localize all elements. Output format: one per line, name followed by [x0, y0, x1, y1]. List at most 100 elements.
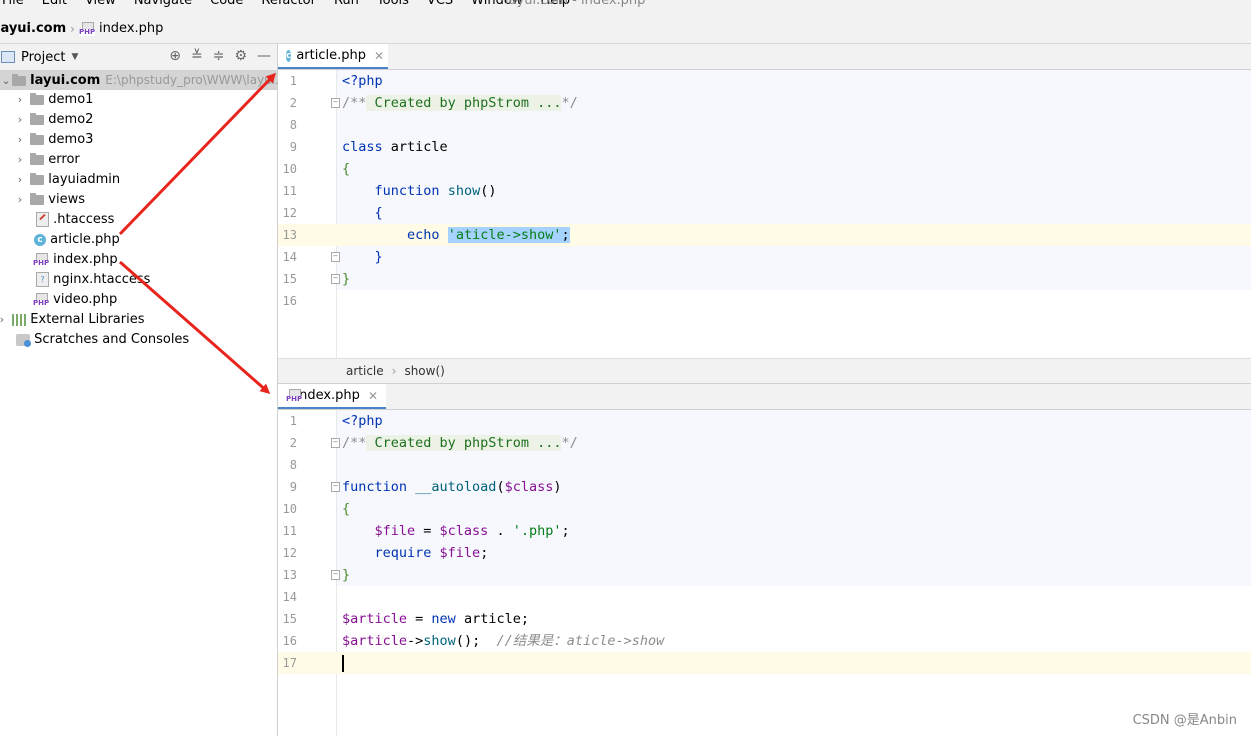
- fold-icon[interactable]: −: [331, 482, 340, 492]
- keyword: require: [374, 545, 432, 561]
- folded-comment[interactable]: Created by phpStrom ...: [366, 95, 562, 111]
- comment-close: */: [561, 435, 578, 451]
- project-view-selector[interactable]: Project: [21, 50, 65, 65]
- line-number: 13: [282, 228, 297, 242]
- code-line: 11 function show(): [278, 180, 1251, 202]
- tree-file-index[interactable]: PHP index.php: [33, 250, 118, 270]
- fold-icon[interactable]: −: [331, 252, 340, 262]
- chevron-right-icon[interactable]: ›: [14, 110, 26, 130]
- tree-item-label: article.php: [50, 232, 120, 247]
- tree-folder-demo2[interactable]: › demo2: [14, 110, 94, 130]
- tree-folder-error[interactable]: › error: [14, 150, 80, 170]
- tree-file-article[interactable]: c article.php: [34, 230, 120, 250]
- nav-crumb-project[interactable]: layui.com: [0, 21, 66, 36]
- tree-item-label: demo3: [48, 132, 94, 147]
- tree-scratches[interactable]: Scratches and Consoles: [16, 330, 189, 350]
- minimize-icon[interactable]: —: [257, 48, 271, 64]
- code-line: 1 <?php: [278, 410, 1251, 432]
- line-number: 11: [282, 524, 297, 538]
- tree-file-nginx[interactable]: ? nginx.htaccess: [36, 270, 150, 290]
- chevron-down-icon[interactable]: ⌄: [0, 71, 12, 91]
- brace: {: [342, 161, 351, 177]
- menu-vcs[interactable]: VCS: [427, 0, 453, 9]
- line-number: 9: [289, 140, 297, 154]
- fold-icon[interactable]: −: [331, 438, 340, 448]
- function-name: show: [447, 183, 481, 199]
- tab-article-php[interactable]: c article.php ✕: [278, 44, 388, 69]
- project-tool-window: Project ▼ ⊕ ≚ ≑ ⚙ — ⌄ layui.com E:\phpstu…: [0, 44, 293, 736]
- editor-top: c article.php ✕ 1 <?php 2 − /** Created …: [278, 44, 1251, 358]
- locate-icon[interactable]: ⊕: [169, 48, 181, 64]
- chevron-right-icon[interactable]: ›: [14, 130, 26, 150]
- menu-code[interactable]: Code: [210, 0, 243, 9]
- method-name: show: [423, 633, 456, 649]
- tree-file-htaccess[interactable]: .htaccess: [36, 210, 114, 230]
- code-area-top[interactable]: 1 <?php 2 − /** Created by phpStrom ...*…: [278, 70, 1251, 358]
- scratches-icon: [16, 333, 31, 347]
- chevron-right-icon[interactable]: ›: [14, 90, 26, 110]
- menu-edit[interactable]: Edit: [42, 0, 67, 9]
- menu-tools[interactable]: Tools: [377, 0, 409, 9]
- brace: }: [342, 271, 351, 287]
- line-number: 15: [282, 612, 297, 626]
- menu-run[interactable]: Run: [334, 0, 359, 9]
- menu-view[interactable]: View: [85, 0, 116, 9]
- collapse-all-icon[interactable]: ≑: [213, 48, 225, 64]
- comment-open: /**: [342, 95, 367, 111]
- chevron-right-icon: ›: [70, 21, 75, 36]
- chevron-right-icon[interactable]: ›: [14, 170, 26, 190]
- tree-item-label: video.php: [53, 292, 118, 307]
- chevron-down-icon[interactable]: ▼: [71, 52, 78, 62]
- tree-root-name: layui.com: [30, 73, 101, 88]
- code-line: 1 <?php: [278, 70, 1251, 92]
- code-line: 10 {: [278, 158, 1251, 180]
- menu-items: File Edit View Navigate Code Refactor Ru…: [0, 0, 584, 9]
- code-area-bottom[interactable]: 1 <?php 2 − /** Created by phpStrom ...*…: [278, 410, 1251, 736]
- menu-refactor[interactable]: Refactor: [261, 0, 316, 9]
- function-name: __autoload: [407, 479, 497, 495]
- variable: $file: [374, 523, 416, 539]
- fold-icon[interactable]: −: [331, 570, 340, 580]
- nav-crumb-file[interactable]: index.php: [99, 21, 163, 36]
- tree-folder-layuiadmin[interactable]: › layuiadmin: [14, 170, 120, 190]
- tree-folder-views[interactable]: › views: [14, 190, 85, 210]
- folded-comment[interactable]: Created by phpStrom ...: [366, 435, 562, 451]
- menu-navigate[interactable]: Navigate: [134, 0, 192, 9]
- tree-item-label: External Libraries: [30, 312, 145, 327]
- close-icon[interactable]: ✕: [374, 49, 384, 63]
- line-number: 2: [289, 436, 297, 450]
- breadcrumb-method[interactable]: show(): [404, 364, 444, 378]
- folder-icon: [30, 192, 45, 205]
- brace: {: [342, 501, 351, 517]
- close-icon[interactable]: ✕: [368, 389, 378, 403]
- code-line: 2 − /** Created by phpStrom ...*/: [278, 432, 1251, 454]
- menu-file[interactable]: File: [2, 0, 24, 9]
- fold-icon[interactable]: −: [331, 274, 340, 284]
- tab-index-php[interactable]: PHP index.php ✕: [278, 384, 386, 409]
- breadcrumb-class[interactable]: article: [346, 364, 384, 378]
- tree-file-video[interactable]: PHP video.php: [33, 290, 117, 310]
- code-line-current: 13 echo 'aticle->show';: [278, 224, 1251, 246]
- line-number: 17: [282, 656, 297, 670]
- tree-root-project[interactable]: ⌄ layui.com E:\phpstudy_pro\WWW\layui.co: [0, 70, 293, 91]
- folder-icon: [12, 73, 26, 86]
- code-line: 13 − }: [278, 564, 1251, 586]
- tree-external-libraries[interactable]: › External Libraries: [0, 310, 145, 330]
- chevron-right-icon[interactable]: ›: [0, 310, 8, 330]
- expand-all-icon[interactable]: ≚: [191, 48, 203, 64]
- string-literal: '.php': [512, 523, 562, 539]
- folder-icon: [30, 92, 45, 105]
- code-line: 16: [278, 290, 1251, 312]
- fold-icon[interactable]: −: [331, 98, 340, 108]
- project-icon: [1, 51, 15, 63]
- gear-icon[interactable]: ⚙: [234, 48, 247, 64]
- tree-item-label: nginx.htaccess: [53, 272, 151, 287]
- tree-folder-demo3[interactable]: › demo3: [14, 130, 94, 150]
- tree-folder-demo1[interactable]: › demo1: [14, 90, 94, 110]
- chevron-right-icon[interactable]: ›: [14, 150, 26, 170]
- tree-item-label: layuiadmin: [48, 172, 121, 187]
- chevron-right-icon[interactable]: ›: [14, 190, 26, 210]
- window-title: layui.com - index.php: [505, 0, 646, 8]
- menu-bar: File Edit View Navigate Code Refactor Ru…: [0, 0, 1251, 14]
- code-line: 14: [278, 586, 1251, 608]
